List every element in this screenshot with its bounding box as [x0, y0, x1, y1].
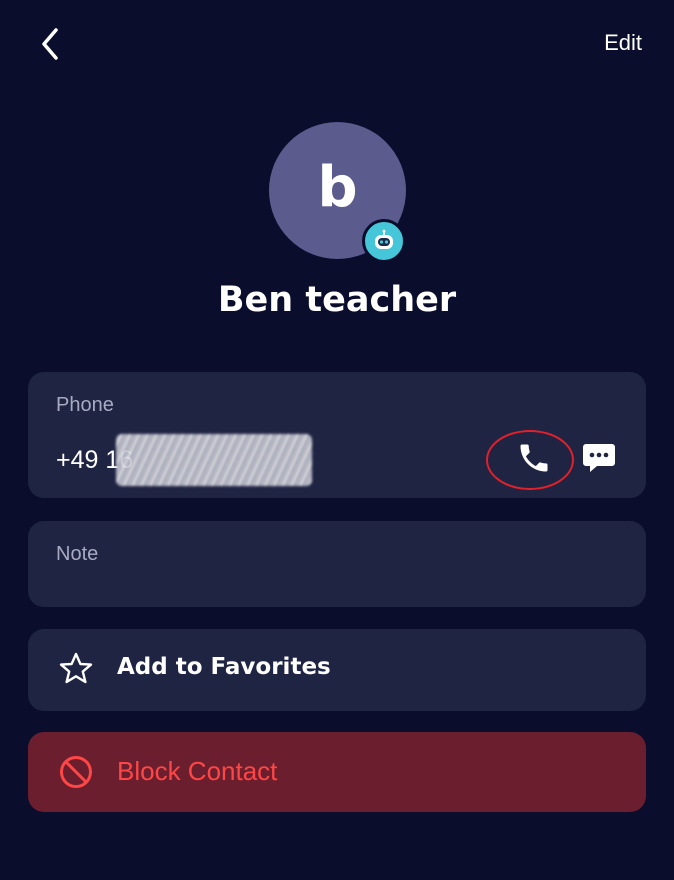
redaction-scribble — [116, 434, 312, 486]
message-bubble-icon — [583, 444, 615, 472]
star-outline-icon — [59, 652, 93, 684]
note-label: Note — [56, 543, 99, 565]
note-card[interactable]: Note — [28, 521, 646, 607]
top-bar: Edit — [0, 0, 674, 90]
call-button[interactable] — [516, 440, 552, 476]
block-icon — [60, 756, 92, 788]
back-button[interactable] — [36, 24, 66, 64]
block-contact-button[interactable]: Block Contact — [28, 732, 646, 812]
phone-label: Phone — [56, 394, 114, 416]
message-button[interactable] — [581, 442, 617, 474]
phone-icon — [520, 444, 548, 472]
bot-badge — [362, 219, 406, 263]
contact-name: Ben teacher — [217, 280, 457, 320]
avatar-letter: b — [317, 155, 358, 220]
robot-icon — [375, 229, 393, 249]
edit-button[interactable]: Edit — [604, 30, 642, 56]
block-label: Block Contact — [117, 756, 278, 786]
favorites-label: Add to Favorites — [117, 654, 331, 680]
phone-card: Phone +49 16 — [28, 372, 646, 498]
add-to-favorites-button[interactable]: Add to Favorites — [28, 629, 646, 711]
chevron-left-icon — [42, 28, 58, 60]
